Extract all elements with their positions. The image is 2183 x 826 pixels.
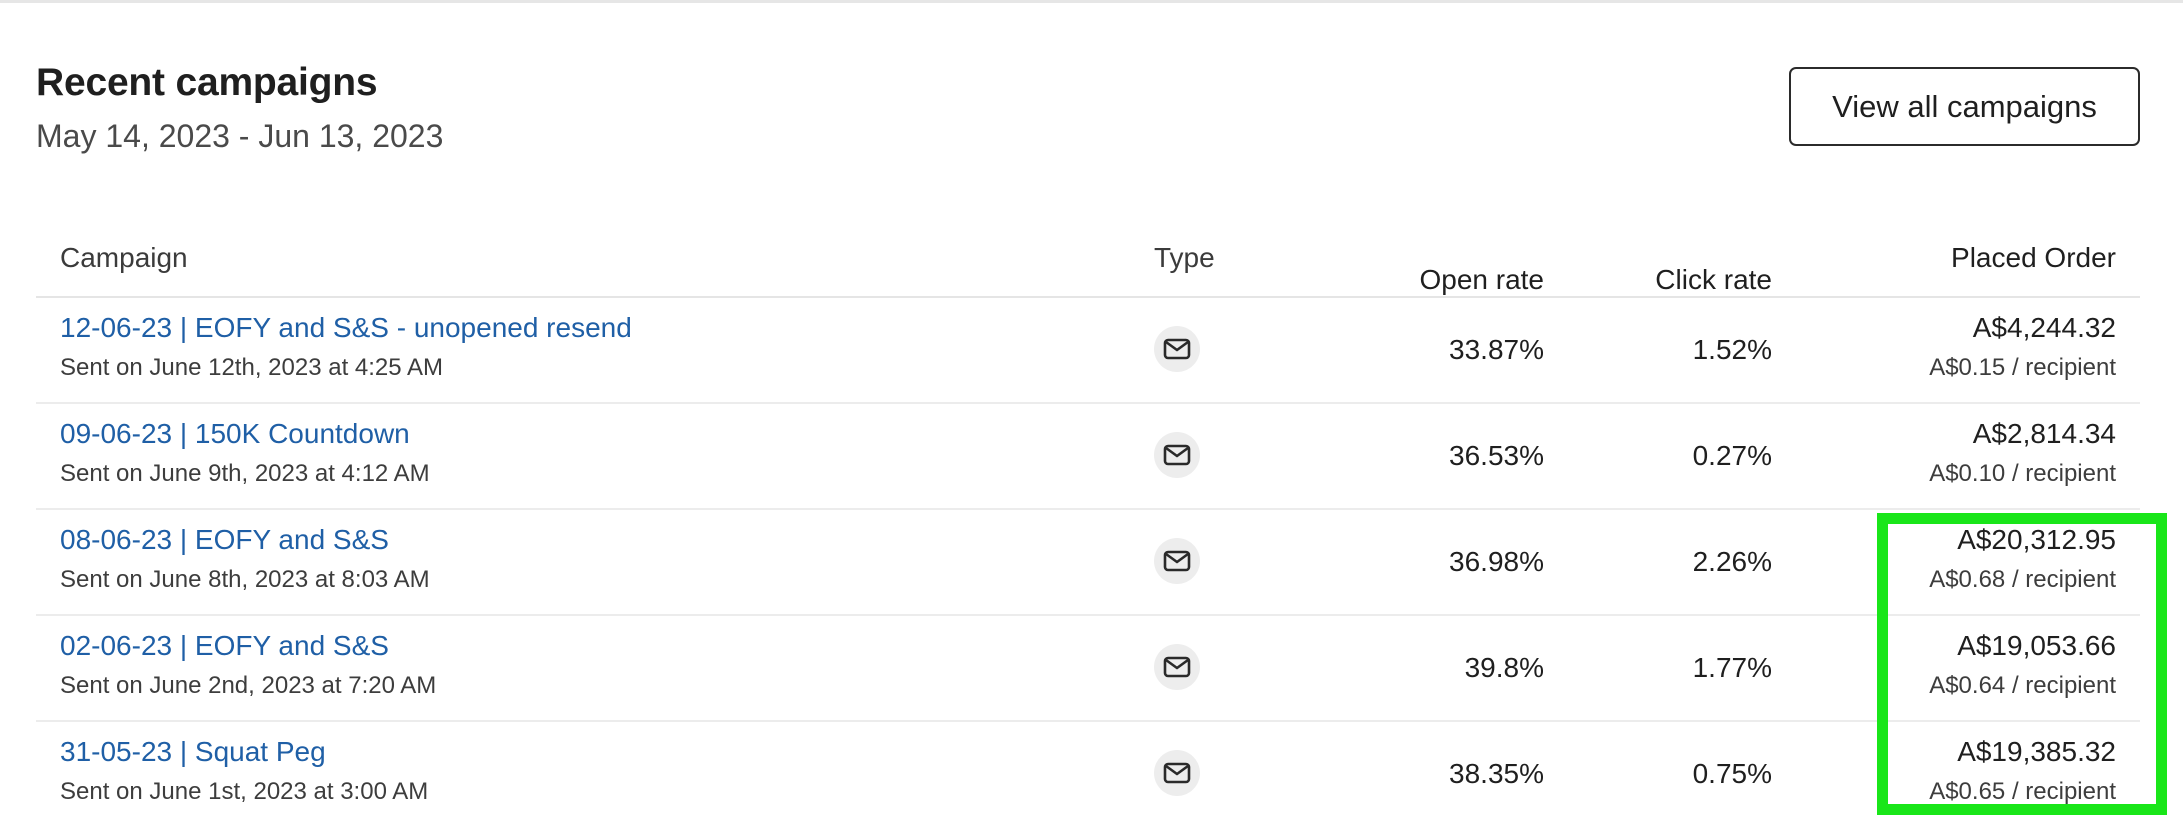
placed-order-value: A$2,814.34 xyxy=(1972,418,2116,449)
placed-order-per-recipient: A$0.68 / recipient xyxy=(1929,566,2116,593)
open-rate: 36.53% xyxy=(1449,440,1544,471)
mail-icon xyxy=(1154,644,1200,690)
click-rate: 1.52% xyxy=(1692,334,1772,365)
placed-order-value: A$19,385.32 xyxy=(1957,736,2116,767)
click-rate: 1.77% xyxy=(1692,652,1772,683)
open-rate: 33.87% xyxy=(1449,334,1544,365)
campaign-name-link[interactable]: 08-06-23 | EOFY and S&S xyxy=(60,524,389,556)
mail-icon xyxy=(1154,750,1200,796)
table-header: Campaign Type Open rate Click rate Place… xyxy=(36,228,2140,298)
campaign-sent-date: Sent on June 9th, 2023 at 4:12 AM xyxy=(60,460,430,487)
campaigns-table: Campaign Type Open rate Click rate Place… xyxy=(36,228,2140,826)
placed-order-per-recipient: A$0.64 / recipient xyxy=(1929,672,2116,699)
placed-order-value: A$20,312.95 xyxy=(1957,524,2116,555)
campaign-sent-date: Sent on June 8th, 2023 at 8:03 AM xyxy=(60,566,430,593)
column-header-campaign[interactable]: Campaign xyxy=(60,242,188,274)
mail-icon xyxy=(1154,538,1200,584)
campaign-sent-date: Sent on June 2nd, 2023 at 7:20 AM xyxy=(60,672,437,699)
campaign-sent-date: Sent on June 1st, 2023 at 3:00 AM xyxy=(60,778,429,805)
mail-icon xyxy=(1154,326,1200,372)
click-rate: 0.75% xyxy=(1692,758,1772,789)
placed-order-per-recipient: A$0.15 / recipient xyxy=(1929,354,2116,381)
campaign-name-link[interactable]: 31-05-23 | Squat Peg xyxy=(60,736,326,768)
open-rate: 36.98% xyxy=(1449,546,1544,577)
table-row: 02-06-23 | EOFY and S&S Sent on June 2nd… xyxy=(36,616,2140,722)
placed-order-value: A$19,053.66 xyxy=(1957,630,2116,661)
table-row: 09-06-23 | 150K Countdown Sent on June 9… xyxy=(36,404,2140,510)
open-rate: 39.8% xyxy=(1464,652,1544,683)
column-header-placed-order[interactable]: Placed Order xyxy=(1951,242,2116,274)
campaign-name-link[interactable]: 12-06-23 | EOFY and S&S - unopened resen… xyxy=(60,312,632,344)
placed-order-per-recipient: A$0.10 / recipient xyxy=(1929,460,2116,487)
column-header-type[interactable]: Type xyxy=(1154,242,1215,274)
campaign-name-link[interactable]: 02-06-23 | EOFY and S&S xyxy=(60,630,389,662)
column-header-click-rate[interactable]: Click rate xyxy=(1655,264,1772,296)
campaign-name-link[interactable]: 09-06-23 | 150K Countdown xyxy=(60,418,410,450)
date-range: May 14, 2023 - Jun 13, 2023 xyxy=(36,118,444,154)
table-row: 12-06-23 | EOFY and S&S - unopened resen… xyxy=(36,298,2140,404)
open-rate: 38.35% xyxy=(1449,758,1544,789)
click-rate: 0.27% xyxy=(1692,440,1772,471)
mail-icon xyxy=(1154,432,1200,478)
page-title: Recent campaigns xyxy=(36,61,378,104)
placed-order-per-recipient: A$0.65 / recipient xyxy=(1929,778,2116,805)
recent-campaigns-card: Recent campaigns May 14, 2023 - Jun 13, … xyxy=(0,0,2183,820)
campaign-sent-date: Sent on June 12th, 2023 at 4:25 AM xyxy=(60,354,443,381)
click-rate: 2.26% xyxy=(1692,546,1772,577)
column-header-open-rate[interactable]: Open rate xyxy=(1419,264,1544,296)
view-all-campaigns-button[interactable]: View all campaigns xyxy=(1789,67,2140,146)
table-row: 31-05-23 | Squat Peg Sent on June 1st, 2… xyxy=(36,722,2140,826)
table-row: 08-06-23 | EOFY and S&S Sent on June 8th… xyxy=(36,510,2140,616)
placed-order-value: A$4,244.32 xyxy=(1972,312,2116,343)
